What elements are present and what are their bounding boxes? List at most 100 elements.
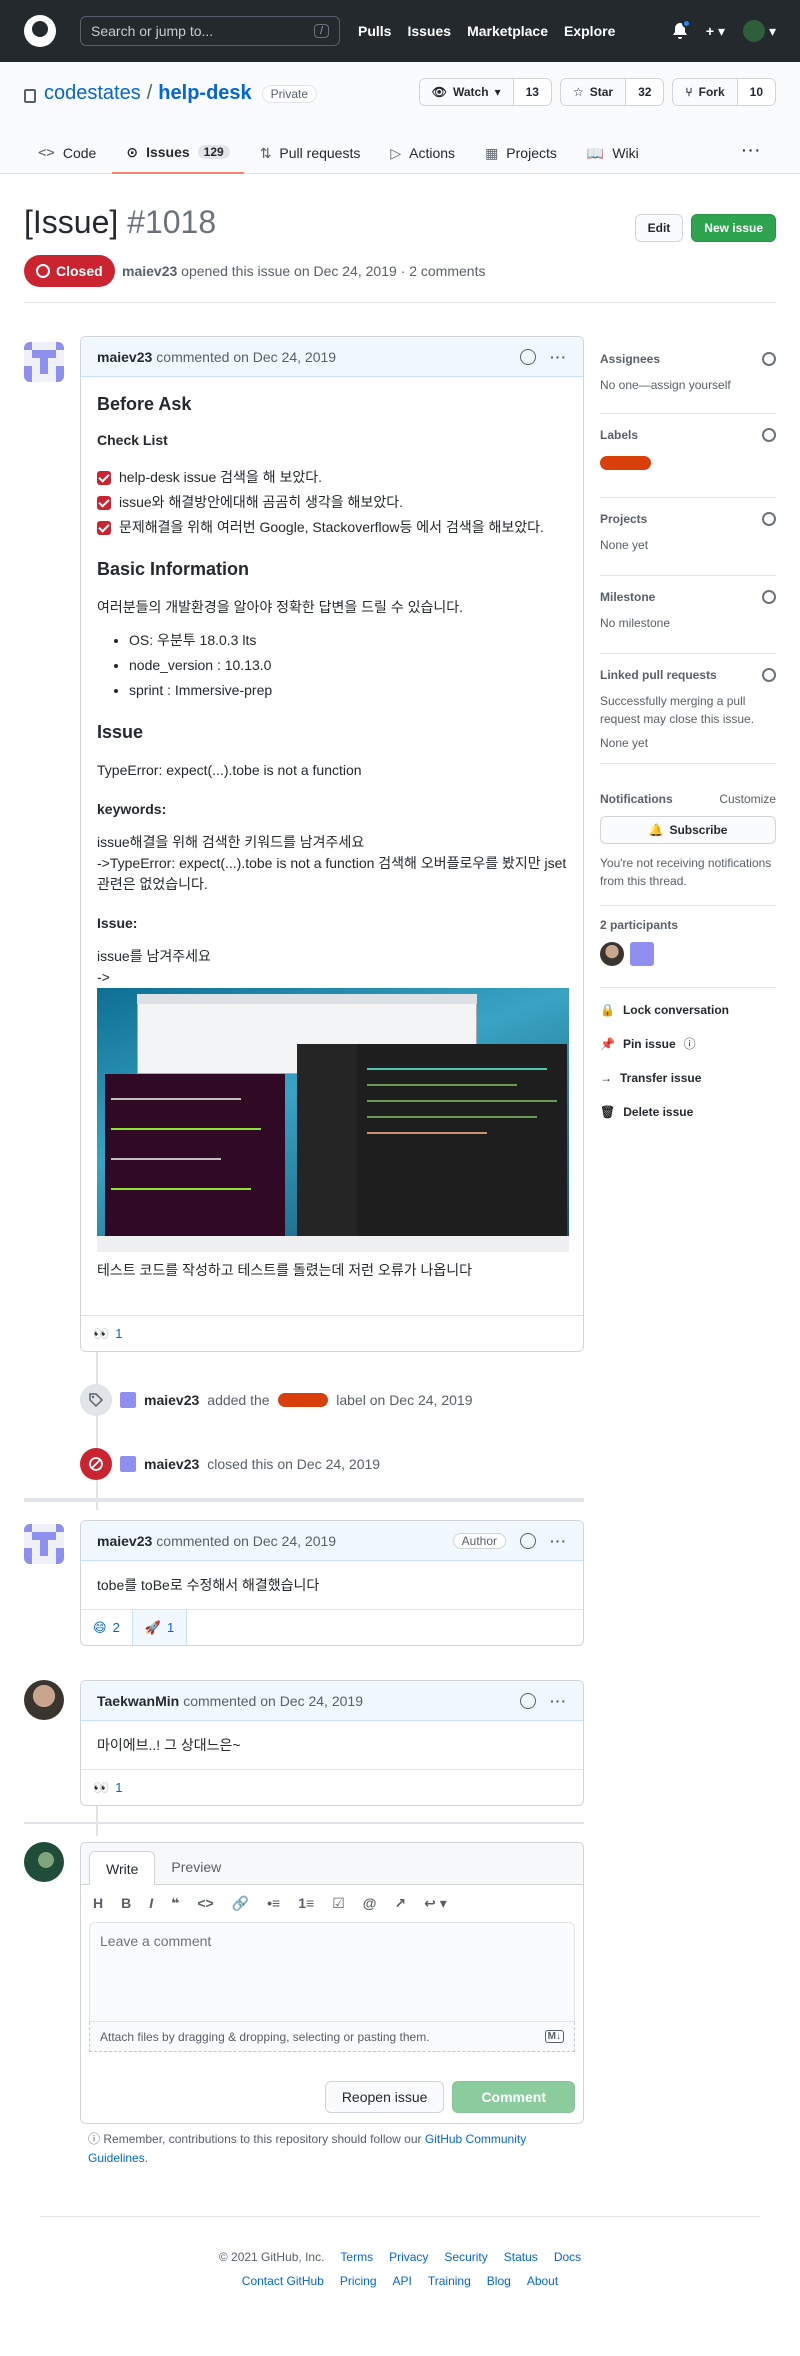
bold-icon[interactable]: B [121, 1895, 131, 1912]
labels-gear-icon[interactable] [762, 428, 776, 442]
author-avatar[interactable] [24, 1524, 64, 1564]
customize-link[interactable]: Customize [719, 792, 776, 806]
watch-count[interactable]: 13 [512, 79, 551, 105]
notifications-bell-icon[interactable] [672, 19, 691, 40]
comment-author[interactable]: maiev23 [97, 1533, 152, 1549]
star-count[interactable]: 32 [625, 79, 664, 105]
linked-prs-gear-icon[interactable] [762, 668, 776, 682]
task-list-icon[interactable]: ☑ [332, 1895, 345, 1912]
watch-button[interactable]: 👁 Watch ▾ 13 [418, 78, 552, 106]
ordered-list-icon[interactable]: 1≡ [298, 1895, 314, 1912]
nav-explore[interactable]: Explore [564, 23, 615, 39]
event-actor[interactable]: maiev23 [144, 1456, 199, 1472]
quote-icon[interactable]: ❝ [171, 1895, 179, 1912]
participant-avatar[interactable] [630, 942, 654, 966]
reopen-issue-button[interactable]: Reopen issue [324, 2081, 445, 2113]
footer-link-status[interactable]: Status [504, 2250, 538, 2264]
author-avatar[interactable] [24, 1680, 64, 1720]
tab-actions[interactable]: ▷ Actions [376, 132, 469, 174]
event-actor[interactable]: maiev23 [144, 1392, 199, 1408]
reaction-smile-button[interactable]: 😄 2 [93, 1620, 120, 1636]
lock-conversation-link[interactable]: 🔒 Lock conversation [600, 1004, 776, 1016]
footer-link-blog[interactable]: Blog [487, 2274, 511, 2288]
nav-marketplace[interactable]: Marketplace [467, 23, 548, 39]
reaction-eyes-button[interactable]: 👀 1 [93, 1780, 122, 1796]
add-reaction-smiley-icon[interactable] [520, 348, 536, 365]
tab-issues[interactable]: ⊙ Issues 129 [112, 132, 244, 174]
fork-button[interactable]: ⑂ Fork 10 [672, 78, 776, 106]
comment-author[interactable]: TaekwanMin [97, 1693, 179, 1709]
tab-write[interactable]: Write [89, 1851, 156, 1885]
create-new-menu[interactable]: + ▾ [706, 23, 725, 40]
comment-date[interactable]: commented on Dec 24, 2019 [156, 349, 336, 365]
actor-avatar[interactable] [120, 1456, 136, 1472]
footer-link-privacy[interactable]: Privacy [389, 2250, 428, 2264]
delete-issue-link[interactable]: 🗑 Delete issue [600, 1106, 776, 1118]
linked-prs-heading[interactable]: Linked pull requests [600, 668, 717, 682]
footer-link-security[interactable]: Security [444, 2250, 487, 2264]
projects-gear-icon[interactable] [762, 512, 776, 526]
transfer-issue-link[interactable]: → Transfer issue [600, 1072, 776, 1084]
footer-link-api[interactable]: API [393, 2274, 412, 2288]
subscribe-button[interactable]: 🔔 Subscribe [600, 816, 776, 844]
repo-owner-link[interactable]: codestates [44, 82, 141, 105]
footer-link-pricing[interactable]: Pricing [340, 2274, 377, 2288]
tab-projects[interactable]: ▦ Projects [471, 132, 571, 174]
participant-avatar[interactable] [600, 942, 624, 966]
star-button[interactable]: ☆ Star 32 [559, 78, 665, 106]
add-reaction-smiley-icon[interactable] [520, 1692, 536, 1709]
comment-date[interactable]: commented on Dec 24, 2019 [183, 1693, 363, 1709]
nav-issues[interactable]: Issues [407, 23, 451, 39]
reaction-rocket-button[interactable]: 🚀 1 [131, 1610, 188, 1645]
cross-reference-icon[interactable]: ↗ [394, 1895, 406, 1912]
edit-title-button[interactable]: Edit [634, 214, 684, 242]
footer-link-training[interactable]: Training [428, 2274, 471, 2288]
projects-heading[interactable]: Projects [600, 512, 647, 526]
issue-author-link[interactable]: maiev23 [122, 263, 177, 279]
comment-options-kebab-icon[interactable]: ··· [550, 1693, 567, 1709]
milestone-gear-icon[interactable] [762, 590, 776, 604]
comment-date[interactable]: commented on Dec 24, 2019 [156, 1533, 336, 1549]
mention-icon[interactable]: @ [363, 1895, 377, 1912]
saved-replies-icon[interactable]: ↩ ▾ [424, 1895, 447, 1912]
nav-pulls[interactable]: Pulls [358, 23, 391, 39]
error-screenshot-image[interactable] [97, 988, 569, 1252]
user-menu[interactable]: ▾ [742, 20, 776, 42]
heading-icon[interactable]: H [93, 1895, 103, 1912]
assignees-value[interactable]: No one—assign yourself [600, 376, 776, 394]
footer-link-terms[interactable]: Terms [340, 2250, 373, 2264]
tab-code[interactable]: <> Code [24, 132, 110, 174]
attach-files-zone[interactable]: Attach files by dragging & dropping, sel… [89, 2022, 575, 2052]
add-reaction-smiley-icon[interactable] [520, 1532, 536, 1549]
new-issue-button[interactable]: New issue [691, 214, 776, 242]
footer-link-about[interactable]: About [527, 2274, 558, 2288]
comment-submit-button[interactable]: Comment [452, 2081, 575, 2113]
unordered-list-icon[interactable]: •≡ [267, 1895, 280, 1912]
tab-wiki[interactable]: 📖 Wiki [573, 132, 653, 174]
footer-link-contact[interactable]: Contact GitHub [242, 2274, 324, 2288]
current-user-avatar[interactable] [24, 1842, 64, 1882]
comment-options-kebab-icon[interactable]: ··· [550, 349, 567, 365]
tab-preview[interactable]: Preview [155, 1850, 237, 1884]
search-input[interactable]: Search or jump to... / [80, 16, 340, 46]
assignees-heading[interactable]: Assignees [600, 352, 660, 366]
code-icon[interactable]: <> [197, 1895, 213, 1912]
repo-name-link[interactable]: help-desk [158, 82, 251, 105]
comment-textarea[interactable]: Leave a comment [89, 1922, 575, 2022]
labels-heading[interactable]: Labels [600, 428, 638, 442]
link-icon[interactable]: 🔗 [232, 1895, 249, 1912]
author-avatar[interactable] [24, 342, 64, 382]
more-tabs-menu[interactable]: ··· [742, 142, 762, 158]
sidebar-issue-label[interactable]: Issue [600, 456, 651, 470]
github-logo-icon[interactable] [24, 15, 56, 47]
pin-issue-link[interactable]: 📌 Pin issue ⓘ [600, 1038, 776, 1050]
italic-icon[interactable]: I [149, 1895, 153, 1912]
reaction-eyes-button[interactable]: 👀 1 [93, 1326, 122, 1342]
comment-author[interactable]: maiev23 [97, 349, 152, 365]
milestone-heading[interactable]: Milestone [600, 590, 655, 604]
tab-pull-requests[interactable]: ⇅ Pull requests [246, 132, 375, 174]
actor-avatar[interactable] [120, 1392, 136, 1408]
issue-label[interactable]: Issue [277, 1393, 329, 1407]
footer-link-docs[interactable]: Docs [554, 2250, 581, 2264]
comment-options-kebab-icon[interactable]: ··· [550, 1533, 567, 1549]
